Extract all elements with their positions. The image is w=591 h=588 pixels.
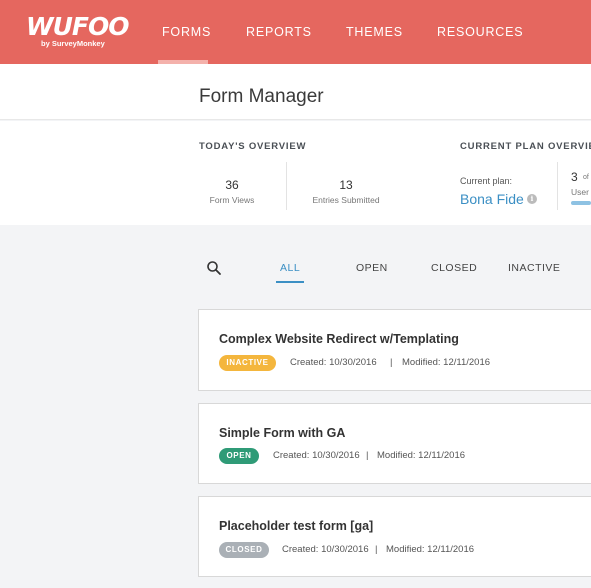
form-card[interactable]: Placeholder test form [ga] CLOSED Create… [198, 496, 591, 577]
search-icon[interactable] [206, 260, 222, 276]
form-views-value: 36 [225, 178, 239, 192]
form-title[interactable]: Placeholder test form [ga] [219, 519, 373, 533]
nav-item-forms[interactable]: FORMS [162, 25, 211, 39]
top-navigation-bar: WUFOO by SurveyMonkey FORMS REPORTS THEM… [0, 0, 591, 64]
meta-separator: | [366, 450, 369, 461]
modified-date: Modified: 12/11/2016 [386, 544, 475, 555]
page-header: Form Manager [0, 64, 591, 120]
todays-overview-heading: TODAY'S OVERVIEW [199, 141, 307, 152]
users-progress-bar [571, 201, 591, 205]
form-views-label: Form Views [209, 195, 255, 205]
entries-submitted-label: Entries Submitted [312, 195, 380, 205]
logo-subtitle: by SurveyMonkey [41, 39, 105, 48]
active-filter-indicator [276, 281, 304, 283]
users-of-text: of [583, 174, 589, 181]
nav-item-resources[interactable]: RESOURCES [437, 25, 523, 39]
meta-separator: | [390, 357, 393, 368]
modified-date: Modified: 12/11/2016 [377, 450, 466, 461]
form-card[interactable]: Complex Website Redirect w/Templating IN… [198, 309, 591, 391]
info-icon[interactable]: i [527, 194, 537, 204]
created-date: Created: 10/30/2016 [273, 450, 360, 461]
plan-divider [557, 162, 558, 210]
overview-panel: TODAY'S OVERVIEW 36 Form Views 13 Entrie… [0, 121, 591, 225]
users-count: 3 [571, 170, 578, 184]
status-badge: INACTIVE [219, 355, 276, 371]
entries-submitted-value: 13 [339, 178, 353, 192]
current-plan-heading: CURRENT PLAN OVERVIE [460, 141, 591, 152]
status-badge: OPEN [219, 448, 259, 464]
page-title: Form Manager [199, 86, 324, 107]
form-title[interactable]: Complex Website Redirect w/Templating [219, 332, 459, 346]
form-title[interactable]: Simple Form with GA [219, 426, 345, 440]
users-label: User [571, 187, 589, 197]
filter-tab-all[interactable]: ALL [280, 262, 300, 274]
nav-item-themes[interactable]: THEMES [346, 25, 403, 39]
logo-text: WUFOO [26, 12, 129, 41]
meta-separator: | [375, 544, 378, 555]
filter-tab-closed[interactable]: CLOSED [431, 262, 477, 274]
current-plan-label: Current plan: [460, 176, 513, 186]
created-date: Created: 10/30/2016 [290, 357, 377, 368]
stat-divider [286, 162, 287, 210]
nav-item-reports[interactable]: REPORTS [246, 25, 312, 39]
form-card[interactable]: Simple Form with GA OPEN Created: 10/30/… [198, 403, 591, 484]
filter-tab-inactive[interactable]: INACTIVE [508, 262, 560, 274]
plan-name-link[interactable]: Bona Fide [460, 191, 524, 207]
created-date: Created: 10/30/2016 [282, 544, 369, 555]
filter-tab-open[interactable]: OPEN [356, 262, 388, 274]
status-badge: CLOSED [219, 542, 269, 558]
wufoo-logo[interactable]: WUFOO by SurveyMonkey [26, 12, 129, 54]
modified-date: Modified: 12/11/2016 [402, 357, 491, 368]
